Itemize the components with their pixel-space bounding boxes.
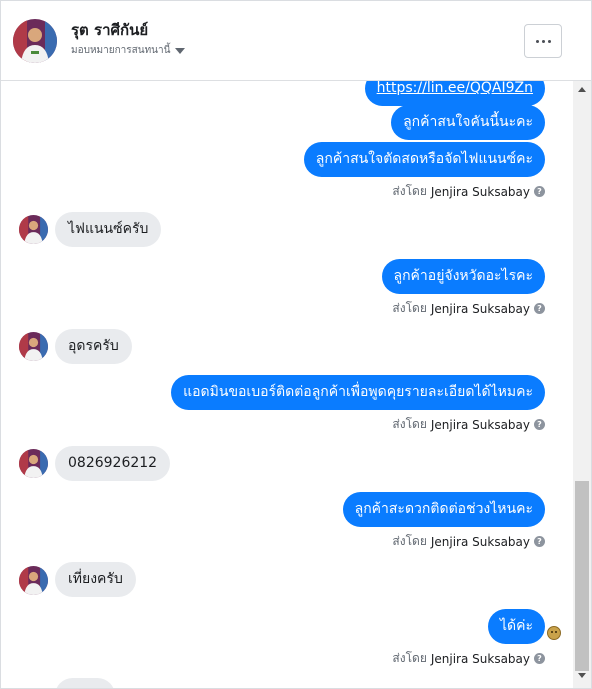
message-thread[interactable]: https://lin.ee/QQAI9Zn ลูกค้าสนใจคันนี้น…	[1, 81, 573, 688]
sent-by-label: ส่งโดย Jenjira Suksabay ?	[392, 299, 545, 318]
conversation-window: รุต ราศีกันย์ มอบหมายการสนทนานี้ https:/…	[0, 0, 592, 689]
incoming-message-partial	[55, 678, 115, 688]
outgoing-message: ลูกค้าสะดวกติดต่อช่วงไหนคะ	[342, 492, 545, 527]
scroll-up-arrow-icon[interactable]	[578, 87, 586, 92]
outgoing-message: แอดมินขอเบอร์ติดต่อลูกค้าเพื่อพูดคุยรายล…	[171, 375, 545, 410]
assign-label: มอบหมายการสนทนานี้	[71, 45, 171, 56]
contact-avatar-small	[19, 449, 48, 478]
question-circle-icon[interactable]: ?	[534, 536, 545, 547]
more-dots-icon	[535, 39, 539, 43]
sent-by-label: ส่งโดย Jenjira Suksabay ?	[392, 182, 545, 201]
question-circle-icon[interactable]: ?	[534, 653, 545, 664]
question-circle-icon[interactable]: ?	[534, 303, 545, 314]
conversation-header: รุต ราศีกันย์ มอบหมายการสนทนานี้	[1, 1, 591, 81]
outgoing-message: ลูกค้าอยู่จังหวัดอะไรคะ	[381, 259, 545, 294]
contact-avatar[interactable]	[13, 19, 57, 63]
contact-avatar-small	[19, 566, 48, 595]
caret-down-icon	[175, 47, 186, 54]
incoming-message: เที่ยงครับ	[55, 562, 136, 597]
outgoing-message: ได้ค่ะ	[487, 609, 545, 644]
agent-name: Jenjira Suksabay	[430, 651, 530, 666]
outgoing-message: ลูกค้าสนใจคันนี้นะคะ	[391, 105, 545, 140]
scrollbar-thumb[interactable]	[575, 481, 589, 671]
sent-by-label: ส่งโดย Jenjira Suksabay ?	[392, 532, 545, 551]
question-circle-icon[interactable]: ?	[534, 186, 545, 197]
contact-name: รุต ราศีกันย์	[71, 21, 149, 39]
agent-name: Jenjira Suksabay	[430, 184, 530, 199]
seen-avatar-icon	[547, 626, 561, 640]
contact-avatar-small	[19, 215, 48, 244]
incoming-message: อุดรครับ	[55, 329, 132, 364]
assign-conversation-dropdown[interactable]: มอบหมายการสนทนานี้	[71, 43, 186, 58]
vertical-scrollbar[interactable]	[573, 81, 591, 688]
scroll-down-arrow-icon[interactable]	[578, 673, 586, 678]
agent-name: Jenjira Suksabay	[430, 417, 530, 432]
sent-by-label: ส่งโดย Jenjira Suksabay ?	[392, 649, 545, 668]
outgoing-message: ลูกค้าสนใจตัดสดหรือจัดไฟแนนซ์คะ	[303, 142, 545, 177]
sent-by-label: ส่งโดย Jenjira Suksabay ?	[392, 415, 545, 434]
outgoing-message-link[interactable]: https://lin.ee/QQAI9Zn	[364, 81, 545, 106]
contact-avatar-small	[19, 332, 48, 361]
incoming-message: ไฟแนนซ์ครับ	[55, 212, 162, 247]
incoming-message: 0826926212	[55, 446, 171, 481]
more-options-button[interactable]	[524, 24, 562, 58]
question-circle-icon[interactable]: ?	[534, 419, 545, 430]
agent-name: Jenjira Suksabay	[430, 301, 530, 316]
agent-name: Jenjira Suksabay	[430, 534, 530, 549]
